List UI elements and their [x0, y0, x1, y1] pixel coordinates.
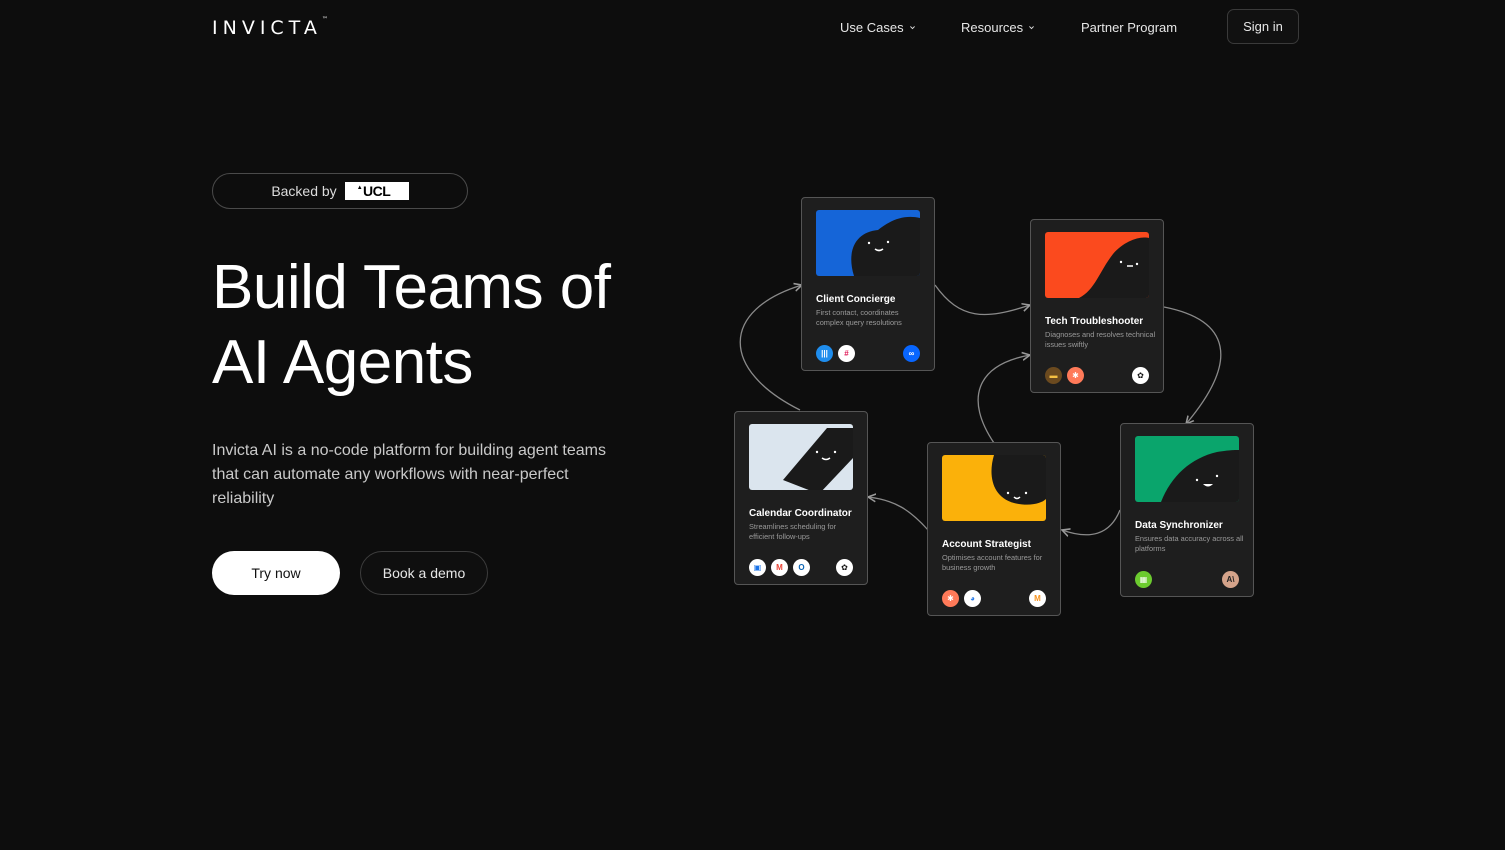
agent-title: Data Synchronizer: [1135, 520, 1223, 531]
chevron-down-icon: [1029, 26, 1035, 30]
gmail-icon: M: [771, 559, 788, 576]
sign-in-button[interactable]: Sign in: [1227, 9, 1299, 44]
agent-face-icon: [991, 455, 1046, 505]
agent-integrations: ||| #: [816, 345, 855, 362]
agent-avatar-art: [942, 455, 1046, 521]
headline-line-2: AI Agents: [212, 328, 473, 397]
agent-avatar-art: [1135, 436, 1239, 502]
openai-icon: ✿: [836, 559, 853, 576]
invicta-logo[interactable]: INVICTA™: [212, 15, 328, 39]
agent-face-icon: [783, 428, 853, 490]
meta-icon: ∞: [903, 345, 920, 362]
agent-description: Diagnoses and resolves technical issues …: [1045, 330, 1156, 349]
anthropic-icon: A\: [1222, 571, 1239, 588]
agent-description: Optimises account features for business …: [942, 553, 1043, 572]
nav-resources-label: Resources: [961, 20, 1024, 35]
headline-line-1: Build Teams of: [212, 253, 611, 322]
intercom-icon: |||: [816, 345, 833, 362]
sheets-icon: ▦: [1135, 571, 1152, 588]
hero-headline: Build Teams of AI Agents: [212, 250, 611, 400]
agent-avatar-art: [1045, 232, 1149, 298]
backed-by-badge[interactable]: Backed by ▲ UCL: [212, 173, 468, 209]
ucl-logo: ▲ UCL: [344, 182, 409, 200]
openai-icon: ✿: [1132, 367, 1149, 384]
agent-title: Account Strategist: [942, 539, 1031, 550]
agent-face-icon: [851, 216, 920, 276]
nav-use-cases-label: Use Cases: [840, 20, 904, 35]
outlook-icon: O: [793, 559, 810, 576]
agent-card-client-concierge[interactable]: Client Concierge First contact, coordina…: [801, 197, 935, 371]
agent-card-data-synchronizer[interactable]: Data Synchronizer Ensures data accuracy …: [1120, 423, 1254, 597]
backed-by-label: Backed by: [271, 183, 337, 199]
logo-text: INVICTA: [212, 17, 322, 39]
agent-integrations: ▬ ✱: [1045, 367, 1084, 384]
slack-icon: #: [838, 345, 855, 362]
ucl-logo-text: UCL: [363, 183, 391, 199]
nav-resources[interactable]: Resources: [961, 20, 1035, 35]
agent-description: First contact, coordinates complex query…: [816, 308, 902, 327]
hero-subtitle: Invicta AI is a no-code platform for bui…: [212, 442, 606, 507]
agent-avatar-art: [816, 210, 920, 276]
nav-use-cases[interactable]: Use Cases: [840, 20, 916, 35]
trademark: ™: [321, 15, 328, 23]
book-demo-button[interactable]: Book a demo: [360, 551, 488, 595]
nav-partner-label: Partner Program: [1081, 20, 1178, 35]
try-now-button[interactable]: Try now: [212, 551, 340, 595]
hubspot-icon: ✱: [942, 590, 959, 607]
agent-title: Client Concierge: [816, 294, 896, 305]
agent-description: Ensures data accuracy across all platfor…: [1135, 534, 1244, 553]
folder-icon: ▬: [1045, 367, 1062, 384]
agent-face-icon: [1079, 237, 1149, 298]
nav-partner-program[interactable]: Partner Program: [1081, 20, 1177, 35]
agent-face-icon: [1161, 450, 1239, 502]
agent-integrations: ▦: [1135, 571, 1152, 588]
chevron-down-icon: [909, 26, 915, 30]
agent-title: Tech Troubleshooter: [1045, 316, 1144, 327]
agent-integrations: ✱ ◕: [942, 590, 981, 607]
agent-title: Calendar Coordinator: [749, 508, 852, 519]
agent-card-account-strategist[interactable]: Account Strategist Optimises account fea…: [927, 442, 1061, 616]
pipedrive-icon: ◕: [964, 590, 981, 607]
hubspot-icon: ✱: [1067, 367, 1084, 384]
mistral-icon: M: [1029, 590, 1046, 607]
agent-avatar-art: [749, 424, 853, 490]
agent-card-calendar-coordinator[interactable]: Calendar Coordinator Streamlines schedul…: [734, 411, 868, 585]
agent-description: Streamlines scheduling for efficient fol…: [749, 522, 837, 541]
agent-card-tech-troubleshooter[interactable]: Tech Troubleshooter Diagnoses and resolv…: [1030, 219, 1164, 393]
google-calendar-icon: ▣: [749, 559, 766, 576]
agent-integrations: ▣ M O: [749, 559, 810, 576]
